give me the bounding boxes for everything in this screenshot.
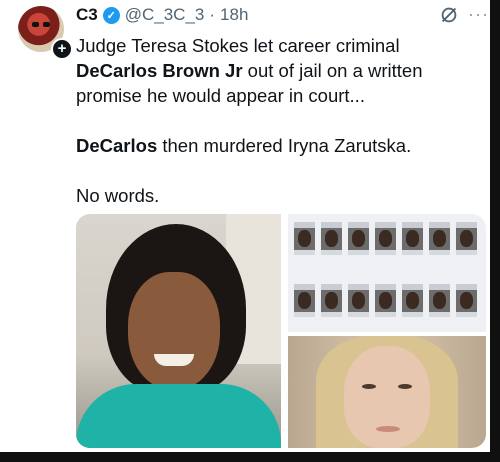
bold-name: DeCarlos Brown Jr	[76, 60, 243, 81]
text-span: out of jail on a written	[242, 60, 423, 81]
author-name[interactable]: C3	[76, 5, 98, 25]
mugshot-thumbnail	[402, 284, 423, 317]
text-line: No words.	[76, 185, 160, 206]
post-time[interactable]: 18h	[220, 5, 248, 25]
verified-badge-icon: ✓	[102, 6, 120, 24]
mugshot-thumbnail	[294, 222, 315, 255]
author-handle[interactable]: @C_3C_3	[125, 5, 205, 25]
text-line: DeCarlos Brown Jr out of jail on a writt…	[76, 58, 486, 83]
smiling-woman-photo[interactable]	[76, 214, 281, 448]
bold-name: DeCarlos	[76, 135, 158, 156]
young-woman-photo[interactable]	[288, 336, 486, 448]
mugshot-thumbnail	[429, 222, 450, 255]
mugshot-grid[interactable]	[288, 214, 486, 332]
separator: ·	[209, 5, 216, 24]
text-line: promise he would appear in court...	[76, 85, 365, 106]
grok-icon[interactable]	[438, 4, 460, 26]
mugshot-thumbnail	[402, 222, 423, 255]
mugshot-thumbnail	[348, 222, 369, 255]
more-icon[interactable]: ···	[468, 4, 489, 25]
screen-edge	[0, 452, 500, 462]
mugshot-thumbnail	[348, 284, 369, 317]
text-line: DeCarlos then murdered Iryna Zarutska.	[76, 133, 486, 158]
mugshot-thumbnail	[375, 284, 396, 317]
avatar-eye	[43, 22, 50, 27]
text-span: then murdered Iryna Zarutska.	[157, 135, 412, 156]
mugshot-thumbnail	[456, 222, 477, 255]
mugshot-thumbnail	[375, 222, 396, 255]
media-grid	[76, 214, 486, 448]
mugshot-thumbnail	[294, 284, 315, 317]
plus-icon[interactable]: +	[51, 38, 73, 60]
avatar-eye	[32, 22, 39, 27]
post-header: C3 ✓ @C_3C_3 · 18h	[76, 3, 248, 27]
mugshot-thumbnail	[321, 222, 342, 255]
post-card: + C3 ✓ @C_3C_3 · 18h ··· Judge Teresa Stok…	[0, 0, 500, 462]
mugshot-thumbnail	[456, 284, 477, 317]
text-line: Judge Teresa Stokes let career criminal	[76, 35, 400, 56]
screen-edge	[490, 0, 500, 462]
mugshot-thumbnail	[321, 284, 342, 317]
post-text: Judge Teresa Stokes let career criminal …	[76, 33, 486, 208]
mugshot-thumbnail	[429, 284, 450, 317]
